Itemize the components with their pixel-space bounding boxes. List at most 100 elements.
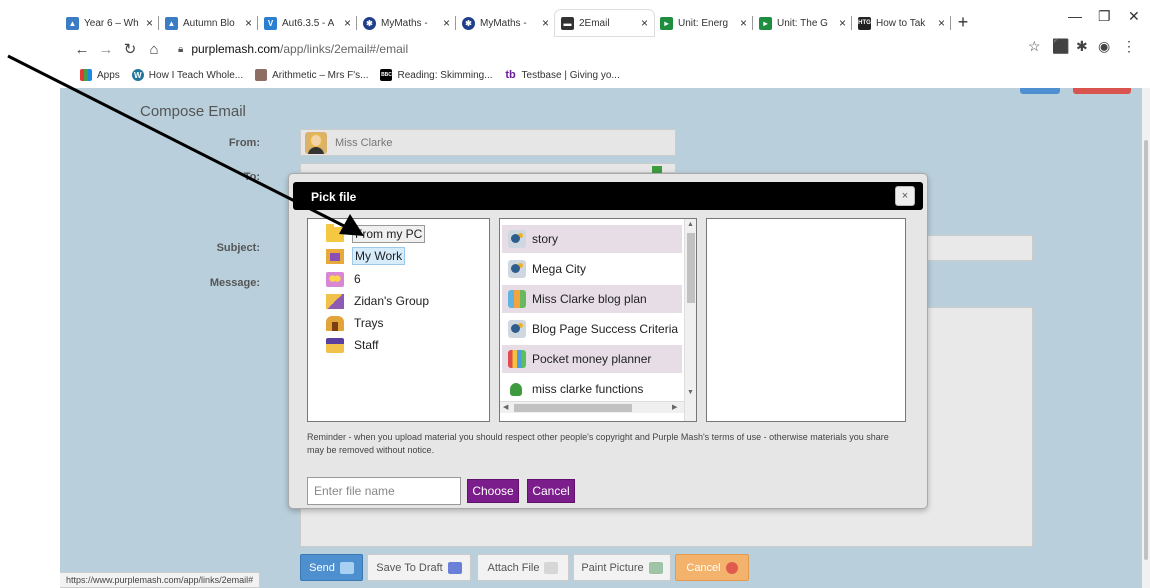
close-icon[interactable]: × [895,186,915,206]
file-item-blog-plan[interactable]: Miss Clarke blog plan [502,285,682,313]
folder-staff[interactable]: Staff [326,336,380,354]
home-icon[interactable]: ⌂ [142,41,166,58]
close-tab-icon[interactable]: × [542,16,549,30]
file-name-input[interactable] [307,477,461,505]
pdf-extension-icon[interactable]: ⬛ [1052,38,1069,55]
scroll-down-icon[interactable]: ▼ [687,389,694,396]
paint-label: Paint Picture [581,561,644,574]
functions-icon [508,380,526,398]
top-action-button[interactable] [1020,88,1060,94]
choose-button[interactable]: Choose [467,479,519,503]
file-item-mega-city[interactable]: Mega City [502,255,682,283]
folder-label: My Work [352,247,406,265]
cancel-button[interactable]: Cancel [527,479,575,503]
close-tab-icon[interactable]: × [146,16,153,30]
new-tab-button[interactable]: + [951,8,975,36]
close-tab-icon[interactable]: × [344,16,351,30]
browser-tab-1[interactable]: ▲ Year 6 – Wh × [60,10,159,36]
browser-tab-4[interactable]: ✱ MyMaths - × [357,10,456,36]
file-label: Miss Clarke blog plan [532,292,647,306]
attach-file-button[interactable]: Attach File [477,554,569,581]
tb-icon: tb [505,69,516,81]
close-tab-icon[interactable]: × [839,16,846,30]
to-field[interactable] [300,163,676,173]
bookmark-label: How I Teach Whole... [148,69,244,81]
subject-label: Subject: [216,242,260,254]
scroll-up-icon[interactable]: ▲ [687,221,694,228]
close-tab-icon[interactable]: × [443,16,450,30]
folder-trays[interactable]: Trays [326,314,386,332]
trays-icon [326,315,344,331]
file-item-functions[interactable]: miss clarke functions [502,375,682,403]
2write-icon [508,230,526,248]
file-list-hscrollbar[interactable]: ◀ ▶ [500,401,684,413]
bookmark-label: Arithmetic – Mrs F's... [272,69,369,81]
top-close-button[interactable] [1073,88,1131,94]
reload-icon[interactable]: ↻ [118,40,142,58]
send-button[interactable]: Send [300,554,363,581]
scroll-thumb[interactable] [687,233,695,303]
tab-title: Unit: The G [777,17,828,29]
tab-title: MyMaths - [480,17,527,29]
folder-from-my-pc[interactable]: From my PC [326,223,426,243]
close-tab-icon[interactable]: × [740,16,747,30]
subject-field[interactable] [926,235,1033,261]
forward-icon[interactable]: → [94,41,118,58]
page-scrollbar-thumb[interactable] [1144,140,1148,560]
tab-title: Autumn Blo [183,17,235,29]
bookmark-reading[interactable]: BBC Reading: Skimming... [380,69,493,81]
save-draft-button[interactable]: Save To Draft [367,554,471,581]
profile-icon[interactable]: ◉ [1098,38,1110,55]
file-item-pocket-money[interactable]: Pocket money planner [502,345,682,373]
browser-tab-8[interactable]: ▸ Unit: The G × [753,10,852,36]
screen: ▲ Year 6 – Wh × ▲ Autumn Blo × V Aut6.3.… [0,0,1150,588]
extensions-icon[interactable]: ✱ [1076,38,1088,55]
mymaths-icon: ✱ [462,16,475,30]
folder-zidans-group[interactable]: Zidan's Group [326,292,431,310]
lock-icon: 🔒︎ [178,43,184,55]
bookmark-testbase[interactable]: tb Testbase | Giving yo... [505,69,619,81]
file-item-story[interactable]: story [502,225,682,253]
browser-tab-active[interactable]: ▬ 2Email × [555,10,654,36]
close-tab-icon[interactable]: × [641,16,648,30]
close-window-icon[interactable]: ✕ [1128,8,1140,25]
bookmark-apps[interactable]: Apps [80,69,120,81]
bookmark-arithmetic[interactable]: Arithmetic – Mrs F's... [255,69,368,81]
from-value: Miss Clarke [335,136,393,149]
scroll-thumb[interactable] [514,404,632,412]
minimize-icon[interactable]: — [1068,8,1082,24]
file-label: Pocket money planner [532,352,652,366]
address-bar[interactable]: 🔒︎ purplemash.com/app/links/2email#/emai… [178,42,408,56]
cancel-email-button[interactable]: Cancel [675,554,749,581]
file-list-vscrollbar[interactable]: ▲ ▼ [684,219,696,421]
folder-label: Staff [354,338,379,352]
restore-icon[interactable]: ❐ [1098,8,1111,25]
browser-tab-9[interactable]: HTG How to Tak × [852,10,951,36]
close-tab-icon[interactable]: × [245,16,252,30]
add-recipient-icon[interactable] [652,166,662,173]
scroll-right-icon[interactable]: ▶ [672,403,677,411]
folder-class-6[interactable]: 6 [326,270,363,288]
bookmark-star-icon[interactable]: ☆ [1028,38,1041,55]
file-label: Blog Page Success Criteria [532,322,679,336]
dialog-title: Pick file [311,190,357,204]
attach-label: Attach File [487,561,540,574]
scroll-left-icon[interactable]: ◀ [503,403,508,411]
browser-tab-5[interactable]: ✱ MyMaths - × [456,10,555,36]
bookmark-how-i-teach[interactable]: W How I Teach Whole... [131,69,244,81]
menu-icon[interactable]: ⋮ [1122,38,1136,55]
paint-picture-button[interactable]: Paint Picture [573,554,671,581]
staff-icon [326,337,344,353]
htg-icon: HTG [858,16,871,30]
folder-my-work[interactable]: My Work [326,247,406,265]
file-item-success-criteria[interactable]: Blog Page Success Criteria [502,315,682,343]
file-label: Mega City [532,262,587,276]
browser-tab-2[interactable]: ▲ Autumn Blo × [159,10,258,36]
back-icon[interactable]: ← [70,41,94,58]
close-tab-icon[interactable]: × [938,16,945,30]
from-field: Miss Clarke [300,129,676,156]
browser-tab-3[interactable]: V Aut6.3.5 - A × [258,10,357,36]
browser-tab-7[interactable]: ▸ Unit: Energ × [654,10,753,36]
page-title: Compose Email [140,103,246,120]
mymaths-icon: ✱ [363,16,376,30]
